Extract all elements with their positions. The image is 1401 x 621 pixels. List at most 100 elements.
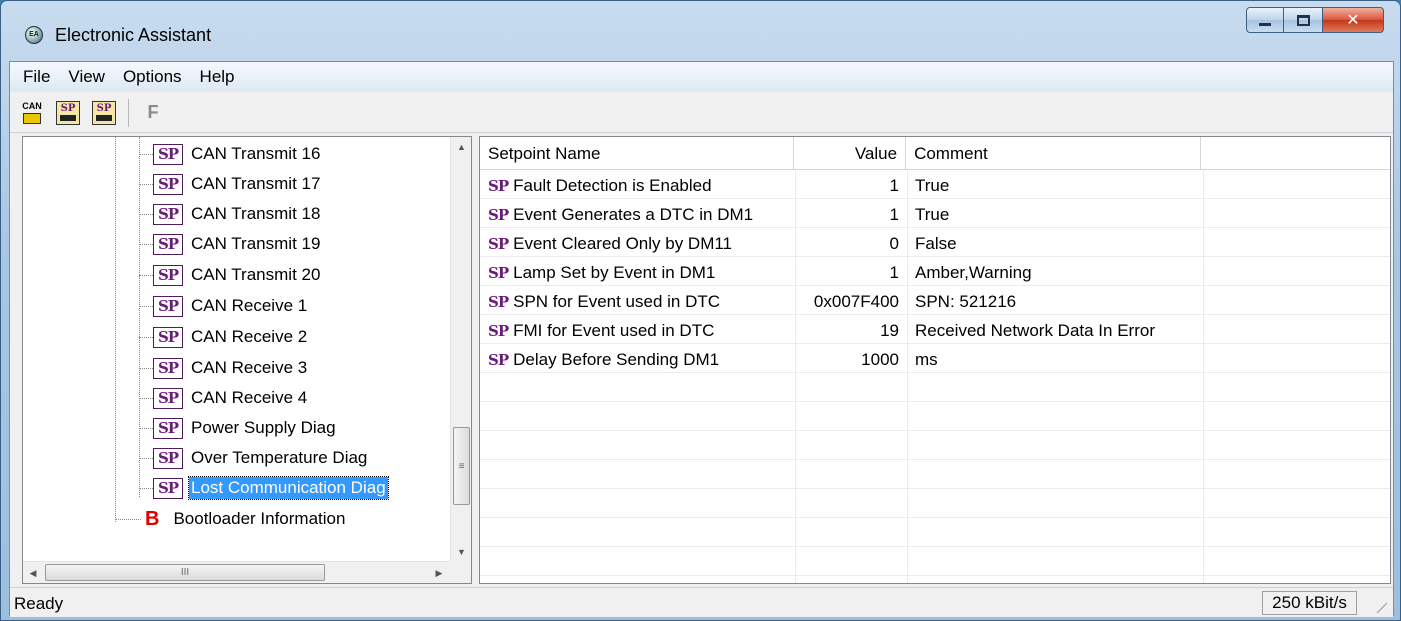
scroll-down-icon[interactable]: ▼ xyxy=(451,542,472,562)
tree-item-label: CAN Receive 3 xyxy=(191,358,308,377)
setpoint-icon: SP xyxy=(153,387,183,409)
setpoint-name: Delay Before Sending DM1 xyxy=(513,349,720,369)
menu-options[interactable]: Options xyxy=(114,67,191,87)
table-row[interactable]: SP FMI for Event used in DTC 19 Received … xyxy=(480,316,1390,345)
setpoint-icon: SP xyxy=(488,292,509,311)
minimize-icon xyxy=(1259,22,1271,26)
tree-item[interactable]: SP CAN Transmit 20 xyxy=(139,260,322,290)
tree-guide-line xyxy=(139,137,140,497)
menu-view[interactable]: View xyxy=(59,67,114,87)
setpoint-icon: SP xyxy=(488,205,509,224)
tree-vertical-scrollbar[interactable]: ▲ ≡ ▼ xyxy=(450,137,471,562)
setpoint-name: FMI for Event used in DTC xyxy=(513,320,715,340)
bootloader-icon: B xyxy=(145,507,160,530)
setpoint-value: 1000 xyxy=(861,349,899,369)
setpoint-value: 1 xyxy=(889,204,899,224)
maximize-icon xyxy=(1296,14,1310,26)
tree-item[interactable]: SP CAN Transmit 17 xyxy=(139,169,322,199)
toolbar-separator xyxy=(128,98,129,127)
resize-grip-icon[interactable] xyxy=(1369,595,1387,613)
sp-open-button[interactable]: SP xyxy=(52,97,84,129)
close-button[interactable]: ✕ xyxy=(1322,7,1384,33)
minimize-button[interactable] xyxy=(1246,7,1284,33)
tree-item[interactable]: SP Power Supply Diag xyxy=(139,413,338,443)
tree-item[interactable]: SP CAN Transmit 16 xyxy=(139,139,322,169)
tree-item[interactable]: SP CAN Transmit 19 xyxy=(139,229,322,259)
tree-item-label: CAN Receive 1 xyxy=(191,296,308,315)
setpoint-icon: SP xyxy=(153,264,183,286)
can-network-icon: CAN xyxy=(19,101,45,125)
list-header: Setpoint Name Value Comment xyxy=(480,137,1390,170)
setpoint-value: 0 xyxy=(889,233,899,253)
setpoint-save-icon: SP xyxy=(92,100,116,125)
tree-item[interactable]: SP CAN Receive 2 xyxy=(139,322,309,352)
scroll-thumb[interactable]: III xyxy=(45,564,325,581)
setpoint-icon: SP xyxy=(153,417,183,439)
tree-item-bootloader[interactable]: B Bootloader Information xyxy=(115,504,347,534)
flash-f-icon: F xyxy=(147,102,159,122)
tree-item[interactable]: SP CAN Receive 4 xyxy=(139,383,309,413)
column-header-empty[interactable] xyxy=(1201,137,1390,170)
tree-item-label: CAN Transmit 19 xyxy=(191,234,321,253)
scroll-thumb[interactable]: ≡ xyxy=(453,427,470,505)
scroll-left-icon[interactable]: ◀ xyxy=(23,562,43,584)
table-row[interactable]: SP Delay Before Sending DM1 1000 ms xyxy=(480,345,1390,374)
setpoint-name: Event Generates a DTC in DM1 xyxy=(513,204,754,224)
tree-item-label: CAN Receive 4 xyxy=(191,388,308,407)
setpoint-icon: SP xyxy=(488,321,509,340)
tree-item[interactable]: SP Over Temperature Diag xyxy=(139,443,369,473)
setpoint-name: SPN for Event used in DTC xyxy=(513,291,721,311)
menu-file[interactable]: File xyxy=(14,67,59,87)
table-row[interactable]: SP Event Cleared Only by DM11 0 False xyxy=(480,229,1390,258)
tree-horizontal-scrollbar[interactable]: ◀ III ▶ xyxy=(23,561,451,583)
toolbar: CAN SP SP F xyxy=(10,93,1393,133)
maximize-button[interactable] xyxy=(1284,7,1322,33)
table-row[interactable]: SP Lamp Set by Event in DM1 1 Amber,Warni… xyxy=(480,258,1390,287)
window-controls: ✕ xyxy=(1246,7,1384,37)
tree-view[interactable]: SP CAN Transmit 16 SP CAN Transmit 17 SP… xyxy=(22,136,472,584)
tree-item-selected[interactable]: SP Lost Communication Diag xyxy=(139,473,389,503)
setpoint-icon: SP xyxy=(488,263,509,282)
window-title: Electronic Assistant xyxy=(55,25,212,45)
client-area: File View Options Help CAN SP SP F SP CA… xyxy=(9,61,1394,617)
setpoint-comment: Received Network Data In Error xyxy=(915,320,1155,340)
title-bar[interactable]: EA Electronic Assistant ✕ xyxy=(1,1,1400,61)
setpoint-icon: SP xyxy=(488,234,509,253)
menu-bar: File View Options Help xyxy=(10,62,1393,92)
tree-item-label: CAN Transmit 17 xyxy=(191,174,321,193)
table-row[interactable]: SP SPN for Event used in DTC 0x007F400 SP… xyxy=(480,287,1390,316)
setpoint-icon: SP xyxy=(153,326,183,348)
setpoint-icon: SP xyxy=(153,203,183,225)
flash-button[interactable]: F xyxy=(137,97,169,129)
table-row[interactable]: SP Event Generates a DTC in DM1 1 True xyxy=(480,200,1390,229)
tree-item-label: CAN Receive 2 xyxy=(191,327,308,346)
column-header-setpoint-name[interactable]: Setpoint Name xyxy=(480,137,795,170)
table-row[interactable]: SP Fault Detection is Enabled 1 True xyxy=(480,171,1390,200)
setpoint-icon: SP xyxy=(488,350,509,369)
menu-help[interactable]: Help xyxy=(191,67,244,87)
column-header-value[interactable]: Value xyxy=(794,137,907,170)
tree-item-label: CAN Transmit 20 xyxy=(191,265,321,284)
tree-item[interactable]: SP CAN Transmit 18 xyxy=(139,199,322,229)
tree-item-label: CAN Transmit 18 xyxy=(191,204,321,223)
sp-save-button[interactable]: SP xyxy=(88,97,120,129)
scroll-right-icon[interactable]: ▶ xyxy=(429,562,449,584)
setpoint-name: Lamp Set by Event in DM1 xyxy=(513,262,716,282)
setpoint-list-view[interactable]: Setpoint Name Value Comment SP Fault Dete… xyxy=(479,136,1391,584)
setpoint-comment: Amber,Warning xyxy=(915,262,1032,282)
status-bar: Ready 250 kBit/s xyxy=(10,587,1393,617)
setpoint-name: Fault Detection is Enabled xyxy=(513,175,712,195)
scroll-up-icon[interactable]: ▲ xyxy=(451,137,472,157)
tree-item[interactable]: SP CAN Receive 1 xyxy=(139,291,309,321)
column-header-comment[interactable]: Comment xyxy=(906,137,1202,170)
close-icon: ✕ xyxy=(1346,12,1360,29)
app-logo-icon[interactable]: EA xyxy=(25,26,43,44)
setpoint-icon: SP xyxy=(153,143,183,165)
status-text: Ready xyxy=(14,594,64,613)
tree-item-label: Power Supply Diag xyxy=(191,418,336,437)
setpoint-icon: SP xyxy=(153,173,183,195)
tree-item[interactable]: SP CAN Receive 3 xyxy=(139,353,309,383)
setpoint-icon: SP xyxy=(153,357,183,379)
setpoint-value: 1 xyxy=(889,175,899,195)
can-connect-button[interactable]: CAN xyxy=(16,97,48,129)
